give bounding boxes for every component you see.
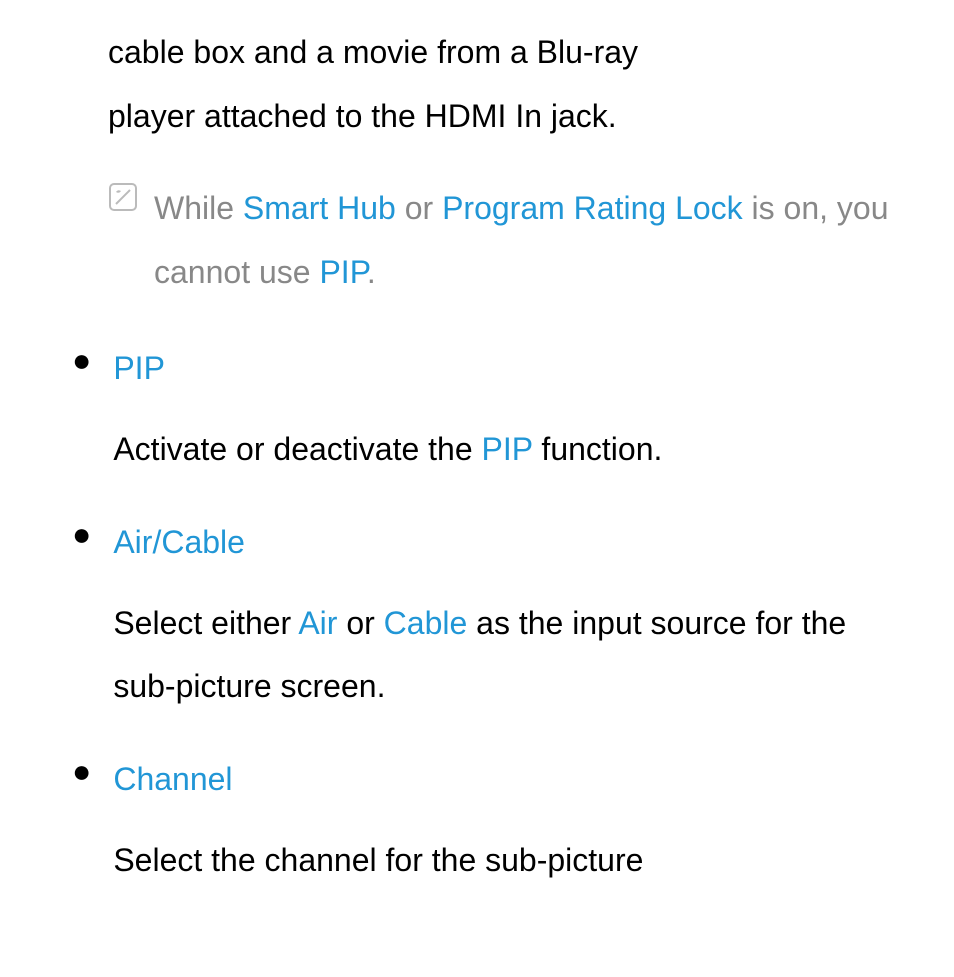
body-link-air: Air xyxy=(298,605,337,641)
body-link-pip: PIP xyxy=(482,431,533,467)
item-body: Select the channel for the sub-picture xyxy=(113,829,914,891)
note-mid1: or xyxy=(396,190,442,226)
body-prefix: Activate or deactivate the xyxy=(113,431,481,467)
item-title-pip: PIP xyxy=(113,344,914,392)
item-title-channel: Channel xyxy=(113,755,914,803)
list-item: ● Air/Cable Select either Air or Cable a… xyxy=(72,518,914,729)
body-prefix: Select either xyxy=(113,605,298,641)
note-link-rating-lock: Program Rating Lock xyxy=(442,190,743,226)
note-link-pip: PIP xyxy=(319,254,366,290)
body-prefix: Select the channel for the sub-picture xyxy=(113,842,643,878)
list-item: ● PIP Activate or deactivate the PIP fun… xyxy=(72,344,914,492)
note-text: While Smart Hub or Program Rating Lock i… xyxy=(154,176,914,304)
note-icon xyxy=(108,182,138,217)
bullet-content: PIP Activate or deactivate the PIP funct… xyxy=(113,344,914,492)
bullet-marker: ● xyxy=(72,755,91,787)
intro-line2: player attached to the HDMI In jack. xyxy=(108,98,617,134)
note-suffix: . xyxy=(367,254,376,290)
bullet-marker: ● xyxy=(72,518,91,550)
item-body: Select either Air or Cable as the input … xyxy=(113,592,914,717)
body-mid: or xyxy=(337,605,383,641)
bullet-marker: ● xyxy=(72,344,91,376)
intro-paragraph: cable box and a movie from a Blu-ray pla… xyxy=(108,20,914,148)
body-suffix: function. xyxy=(533,431,663,467)
note-block: While Smart Hub or Program Rating Lock i… xyxy=(108,176,914,304)
bullet-content: Channel Select the channel for the sub-p… xyxy=(113,755,914,903)
item-title-aircable: Air/Cable xyxy=(113,518,914,566)
document-content: cable box and a movie from a Blu-ray pla… xyxy=(0,20,954,904)
item-body: Activate or deactivate the PIP function. xyxy=(113,418,914,480)
list-item: ● Channel Select the channel for the sub… xyxy=(72,755,914,903)
note-prefix: While xyxy=(154,190,243,226)
intro-line1: cable box and a movie from a Blu-ray xyxy=(108,34,638,70)
note-link-smarthub: Smart Hub xyxy=(243,190,396,226)
bullet-content: Air/Cable Select either Air or Cable as … xyxy=(113,518,914,729)
body-link-cable: Cable xyxy=(384,605,468,641)
